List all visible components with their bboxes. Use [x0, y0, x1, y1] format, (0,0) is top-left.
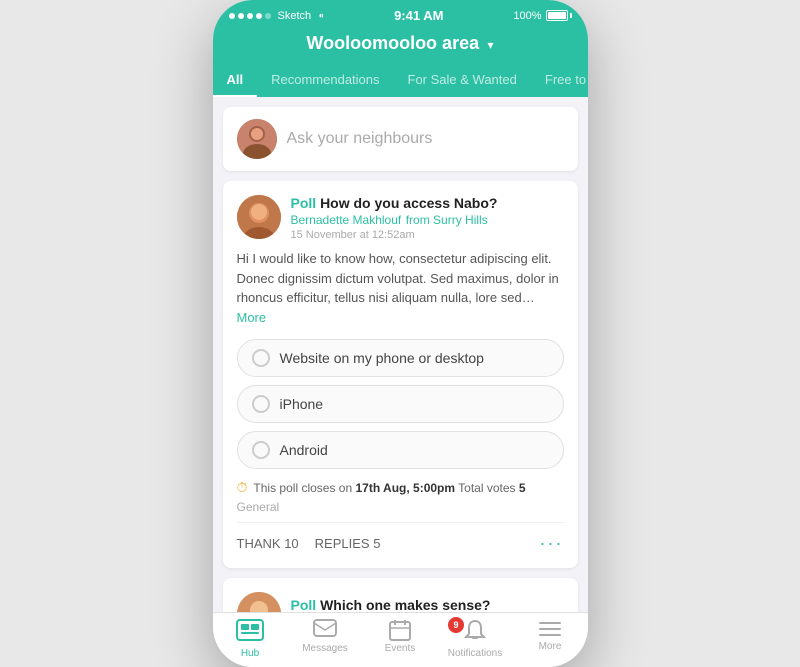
poll-radio-2: [252, 395, 270, 413]
poll-closes-prefix: This poll closes on: [253, 481, 355, 495]
hub-icon-wrapper: [236, 619, 264, 646]
preview-header-2: Poll Which one makes sense? Amanda Bynes…: [237, 592, 564, 612]
ask-placeholder[interactable]: Ask your neighbours: [287, 130, 433, 148]
battery-bar: [546, 10, 568, 21]
post-avatar-2: [237, 592, 281, 612]
phone-frame: Sketch ⁌ 9:41 AM 100% Wooloomooloo area …: [213, 0, 588, 667]
signal-dot-3: [247, 13, 253, 19]
tab-free[interactable]: Free to a Go: [531, 64, 588, 97]
post-actions-1: THANK 10 REPLIES 5 ···: [237, 522, 564, 554]
area-title: Wooloomooloo area: [306, 33, 479, 53]
status-right: 100%: [513, 10, 571, 22]
ask-bar[interactable]: Ask your neighbours: [223, 107, 578, 171]
events-icon: [389, 619, 411, 641]
tab-all[interactable]: All: [213, 64, 258, 97]
poll-footer-1: ⏱ This poll closes on 17th Aug, 5:00pm T…: [237, 479, 564, 496]
post-title-1: Poll How do you access Nabo?: [291, 195, 498, 211]
nav-item-events[interactable]: Events: [363, 619, 438, 659]
clock-icon: ⏱: [237, 479, 248, 496]
post-avatar-image-1: [237, 195, 281, 239]
poll-label-1: Poll: [291, 195, 317, 211]
signal-dot-4: [256, 13, 262, 19]
tab-recommendations[interactable]: Recommendations: [257, 64, 393, 97]
signal-dot-5: [265, 13, 271, 19]
poll-date: 17th Aug, 5:00pm: [355, 481, 455, 495]
poll-option-label-3: Android: [280, 442, 328, 458]
poll-closes-text: This poll closes on 17th Aug, 5:00pm Tot…: [253, 481, 525, 495]
bottom-nav: Hub Messages Events: [213, 612, 588, 667]
poll-option-2[interactable]: iPhone: [237, 385, 564, 423]
chevron-down-icon[interactable]: ▾: [488, 38, 494, 52]
votes-count: 5: [519, 481, 526, 495]
battery-icon: [546, 10, 572, 21]
post-question-1: How do you access Nabo?: [320, 195, 497, 211]
post-time-1: 15 November at 12:52am: [291, 229, 498, 241]
author-location-1: from Surry Hills: [406, 213, 488, 227]
post-author-1: Bernadette Makhlouf from Surry Hills: [291, 211, 498, 229]
nav-item-notifications[interactable]: 9 Notifications: [438, 619, 513, 659]
notifications-icon-wrapper: 9: [464, 619, 486, 646]
post-category-1: General: [237, 500, 564, 514]
battery-fill: [548, 12, 566, 19]
replies-label: REPLIES: [315, 536, 370, 551]
nav-label-messages: Messages: [302, 643, 348, 654]
poll-option-label-2: iPhone: [280, 396, 324, 412]
nav-tabs: All Recommendations For Sale & Wanted Fr…: [213, 64, 588, 97]
poll-radio-1: [252, 349, 270, 367]
nav-item-messages[interactable]: Messages: [288, 619, 363, 659]
thank-count: 10: [284, 536, 298, 551]
battery-percent: 100%: [513, 10, 541, 22]
thank-label: THANK: [237, 536, 281, 551]
notification-badge: 9: [448, 617, 464, 633]
nav-label-hub: Hub: [241, 648, 259, 659]
post-question-2: Which one makes sense?: [320, 597, 490, 612]
total-votes-label: Total votes: [455, 481, 519, 495]
post-body-1: Hi I would like to know how, consectetur…: [237, 249, 564, 327]
user-avatar: [237, 119, 277, 159]
signal-dot-2: [238, 13, 244, 19]
poll-option-3[interactable]: Android: [237, 431, 564, 469]
tab-for-sale[interactable]: For Sale & Wanted: [394, 64, 531, 97]
post-meta-1: Poll How do you access Nabo? Bernadette …: [291, 195, 498, 241]
poll-label-2: Poll: [291, 597, 317, 612]
wifi-icon: ⁌: [318, 9, 324, 23]
more-icon: [538, 619, 562, 639]
author-name-1: Bernadette Makhlouf: [291, 213, 402, 227]
battery-tip: [570, 13, 572, 18]
nav-label-more: More: [539, 641, 562, 652]
post-card-2: Poll Which one makes sense? Amanda Bynes…: [223, 578, 578, 612]
nav-item-hub[interactable]: Hub: [213, 619, 288, 659]
nav-label-events: Events: [385, 643, 416, 654]
status-left: Sketch ⁌: [229, 9, 325, 23]
more-link-1[interactable]: More: [237, 310, 267, 325]
carrier-label: Sketch: [278, 10, 312, 22]
status-bar: Sketch ⁌ 9:41 AM 100%: [213, 0, 588, 27]
poll-radio-3: [252, 441, 270, 459]
post-meta-2: Poll Which one makes sense? Amanda Bynes…: [291, 592, 491, 612]
nav-item-more[interactable]: More: [513, 619, 588, 659]
post-avatar-image-2: [237, 592, 281, 612]
post-card-1: Poll How do you access Nabo? Bernadette …: [223, 181, 578, 568]
avatar-image: [237, 119, 277, 159]
messages-icon: [313, 619, 337, 641]
content-area: Ask your neighbours: [213, 97, 588, 612]
post-header-1: Poll How do you access Nabo? Bernadette …: [237, 195, 564, 241]
status-time: 9:41 AM: [394, 8, 443, 23]
post-title-2: Poll Which one makes sense?: [291, 597, 491, 612]
replies-count: 5: [373, 536, 380, 551]
header: Wooloomooloo area ▾: [213, 27, 588, 64]
thank-button[interactable]: THANK 10: [237, 536, 299, 551]
notifications-icon: [464, 619, 486, 641]
replies-button[interactable]: REPLIES 5: [315, 536, 381, 551]
nav-label-notifications: Notifications: [448, 648, 502, 659]
more-options-button[interactable]: ···: [540, 533, 564, 554]
poll-option-label-1: Website on my phone or desktop: [280, 350, 484, 366]
signal-dot-1: [229, 13, 235, 19]
poll-option-1[interactable]: Website on my phone or desktop: [237, 339, 564, 377]
hub-icon: [236, 619, 264, 641]
post-body-text-1: Hi I would like to know how, consectetur…: [237, 251, 559, 305]
post-avatar-1: [237, 195, 281, 239]
